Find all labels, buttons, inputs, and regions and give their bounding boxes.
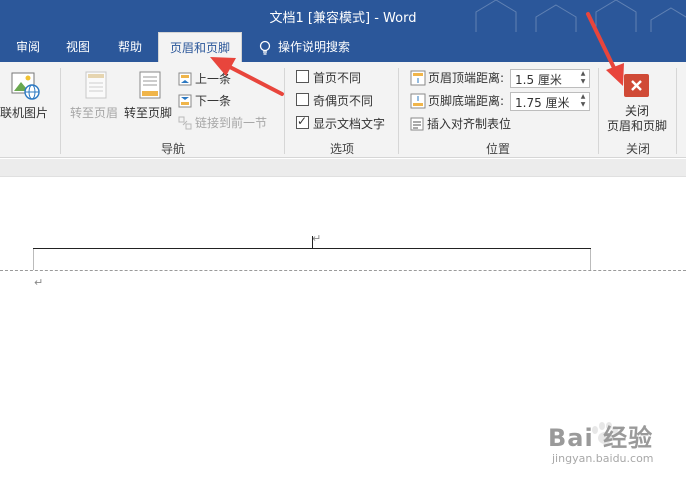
footer-from-bottom-label: 页脚底端距离: xyxy=(428,94,505,108)
group-separator xyxy=(60,68,61,154)
window-title: 文档1 [兼容模式] - Word xyxy=(269,11,417,26)
insert-alignment-tab-label: 插入对齐制表位 xyxy=(427,117,512,131)
lightbulb-icon[interactable] xyxy=(258,40,272,56)
goto-header-icon xyxy=(85,71,107,99)
different-odd-even-label: 奇偶页不同 xyxy=(313,94,374,108)
header-from-top-input[interactable]: 1.5 厘米 ▲ ▼ xyxy=(510,69,590,88)
close-label-line2: 页眉和页脚 xyxy=(606,119,667,133)
previous-label: 上一条 xyxy=(195,72,232,86)
ribbon-tab-bar: 审阅 视图 帮助 页眉和页脚 操作说明搜索 xyxy=(0,32,686,62)
goto-footer-icon xyxy=(139,71,161,99)
spinner-arrows-icon[interactable]: ▲ ▼ xyxy=(577,70,589,87)
next-button[interactable]: 下一条 xyxy=(178,92,231,110)
group-label-options: 选项 xyxy=(329,142,354,156)
group-separator xyxy=(676,68,677,154)
footer-from-bottom-input[interactable]: 1.75 厘米 ▲ ▼ xyxy=(510,92,590,111)
group-separator xyxy=(398,68,399,154)
ribbon: 联机图片 转至页眉 转至页脚 上一条 下一条 链接到前一节 导航 首页不同 奇偶… xyxy=(0,62,686,158)
show-document-text-checkbox[interactable] xyxy=(296,114,309,129)
group-separator xyxy=(598,68,599,154)
online-picture-icon xyxy=(11,72,40,100)
close-header-footer-icon[interactable] xyxy=(624,74,649,97)
header-paragraph-mark: ↵ xyxy=(312,232,322,245)
show-document-text-label: 显示文档文字 xyxy=(313,117,386,131)
header-position-icon xyxy=(410,70,426,86)
different-first-page-label: 首页不同 xyxy=(313,71,362,85)
header-bottom-border xyxy=(33,248,591,249)
tab-header-footer[interactable]: 页眉和页脚 xyxy=(158,32,242,62)
header-from-top-label: 页眉顶端距离: xyxy=(428,71,505,85)
group-label-navigation: 导航 xyxy=(160,142,185,156)
spinner-arrows-icon[interactable]: ▲ ▼ xyxy=(577,93,589,110)
footer-position-icon xyxy=(410,93,426,109)
close-label-line1: 关闭 xyxy=(624,104,649,118)
link-to-previous-label: 链接到前一节 xyxy=(195,116,268,130)
insert-alignment-tab-button[interactable]: 插入对齐制表位 xyxy=(410,115,511,133)
header-margin-right xyxy=(590,249,591,270)
close-header-footer-button[interactable]: 关闭 页眉和页脚 xyxy=(606,104,668,134)
header-from-top-value: 1.5 厘米 xyxy=(515,73,562,87)
previous-button[interactable]: 上一条 xyxy=(178,70,231,88)
next-label: 下一条 xyxy=(195,94,232,108)
previous-icon xyxy=(178,72,192,86)
different-first-page-checkbox[interactable] xyxy=(296,70,309,83)
tab-help[interactable]: 帮助 xyxy=(106,32,154,62)
watermark-brand: Bai 经验 xyxy=(548,424,654,452)
tell-me-search[interactable]: 操作说明搜索 xyxy=(278,32,368,62)
group-separator xyxy=(284,68,285,154)
link-to-previous-button[interactable]: 链接到前一节 xyxy=(178,114,267,132)
alignment-tab-icon xyxy=(410,117,424,131)
goto-header-button[interactable]: 转至页眉 xyxy=(70,104,118,121)
close-x-icon xyxy=(631,80,642,91)
group-label-position: 位置 xyxy=(485,142,510,156)
header-boundary-line xyxy=(0,270,686,271)
header-margin-left xyxy=(33,249,34,270)
footer-from-bottom-value: 1.75 厘米 xyxy=(515,96,570,110)
text-cursor xyxy=(312,236,313,248)
goto-footer-button[interactable]: 转至页脚 xyxy=(124,104,172,121)
tab-review[interactable]: 审阅 xyxy=(4,32,52,62)
watermark-url: jingyan.baidu.com xyxy=(552,452,654,465)
online-picture-button[interactable]: 联机图片 xyxy=(0,104,48,121)
page-top-gap xyxy=(0,159,686,177)
next-icon xyxy=(178,94,192,108)
link-icon xyxy=(178,116,192,130)
body-paragraph-mark: ↵ xyxy=(34,276,44,289)
tab-view[interactable]: 视图 xyxy=(54,32,102,62)
different-odd-even-checkbox[interactable] xyxy=(296,93,309,106)
group-label-close: 关闭 xyxy=(625,142,650,156)
title-bar: 文档1 [兼容模式] - Word xyxy=(0,0,686,32)
